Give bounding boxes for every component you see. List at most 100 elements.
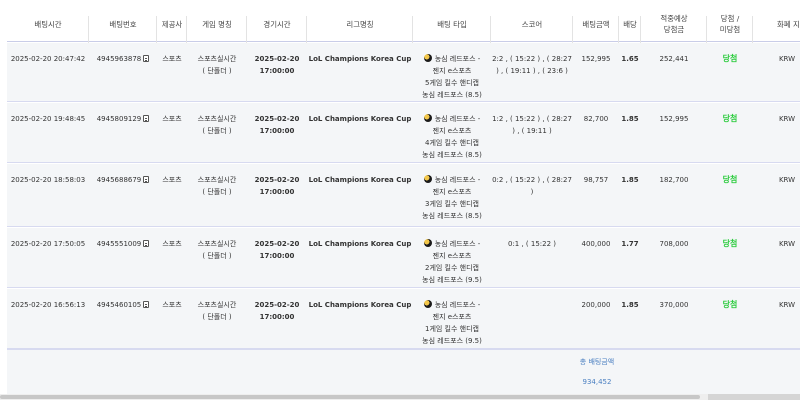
currency: KRW — [778, 301, 796, 309]
header-bet-time: 배팅시간 — [7, 6, 89, 46]
odds: 1.85 — [621, 115, 639, 123]
result-badge: 당첨 — [722, 54, 738, 63]
scrollbar-track-end — [708, 394, 800, 400]
odds: 1.77 — [621, 240, 639, 248]
bet-amount: 400,000 — [581, 240, 611, 248]
league-name: LoL Champions Korea Cup — [308, 115, 412, 123]
match-time: 2025-02-20 17:00:00 — [254, 301, 300, 321]
expected-win: 252,441 — [659, 55, 689, 63]
bet-type: 농심 레드포스 - 젠지 e스포츠 3게임 킬수 핸디캡 농심 레드포스 (8.5… — [422, 175, 482, 220]
result-badge: 당첨 — [722, 175, 738, 184]
league-name: LoL Champions Korea Cup — [308, 55, 412, 63]
game-name: 스포츠실시간 ( 단폴더 ) — [197, 301, 237, 321]
result-badge: 당첨 — [722, 300, 738, 309]
document-icon[interactable] — [143, 301, 150, 308]
odds: 1.85 — [621, 301, 639, 309]
game-name: 스포츠실시간 ( 단폴더 ) — [197, 176, 237, 196]
league-name: LoL Champions Korea Cup — [308, 240, 412, 248]
bet-time: 2025-02-20 18:58:03 — [10, 176, 86, 184]
bet-time: 2025-02-20 16:56:13 — [10, 301, 86, 309]
header-currency: 화폐 지급 — [777, 19, 800, 29]
table-row: 2025-02-20 19:48:45 4945809129 스포츠 스포츠실시… — [7, 103, 800, 163]
bet-number[interactable]: 4945460105 — [89, 299, 157, 311]
document-icon[interactable] — [143, 240, 150, 247]
bet-amount: 82,700 — [583, 115, 609, 123]
header-bet-amount: 배팅금액 — [573, 6, 619, 46]
expected-win: 152,995 — [659, 115, 689, 123]
match-time: 2025-02-20 17:00:00 — [254, 176, 300, 196]
provider: 스포츠 — [162, 176, 182, 184]
bet-number[interactable]: 4945688679 — [89, 174, 157, 186]
bet-number[interactable]: 4945809129 — [89, 113, 157, 125]
bet-type: 농심 레드포스 - 젠지 e스포츠 2게임 킬수 핸디캡 농심 레드포스 (9.5… — [422, 239, 482, 284]
league-name: LoL Champions Korea Cup — [308, 301, 412, 309]
bet-amount: 98,757 — [583, 176, 609, 184]
currency: KRW — [778, 55, 796, 63]
header-league-name: 리그명칭 — [307, 6, 413, 46]
expected-win: 182,700 — [659, 176, 689, 184]
table-footer: 총 배팅금액 934,452 — [7, 349, 800, 394]
header-provider: 제공사 — [157, 6, 187, 46]
result-badge: 당첨 — [722, 114, 738, 123]
expected-win: 370,000 — [659, 301, 689, 309]
document-icon[interactable] — [143, 176, 150, 183]
match-time: 2025-02-20 17:00:00 — [254, 240, 300, 260]
team-logo-icon — [423, 239, 432, 247]
total-bet-label: 총 배팅금액 — [579, 358, 615, 366]
scrollbar-thumb[interactable] — [0, 395, 700, 399]
table-row: 2025-02-20 20:47:42 4945963878 스포츠 스포츠실시… — [7, 43, 800, 102]
odds: 1.65 — [621, 55, 639, 63]
header-expected-win: 적중예상 당첨금 — [641, 6, 707, 46]
team-logo-icon — [423, 54, 432, 62]
game-name: 스포츠실시간 ( 단폴더 ) — [197, 55, 237, 75]
header-result: 당첨 / 미당첨 — [707, 6, 753, 46]
bet-type: 농심 레드포스 - 젠지 e스포츠 1게임 킬수 핸디캡 농심 레드포스 (9.5… — [422, 300, 482, 345]
document-icon[interactable] — [143, 55, 150, 62]
score: 2:2 , ( 15:22 ) , ( 28:27 ) , ( 19:11 ) … — [492, 55, 572, 75]
team-logo-icon — [423, 300, 432, 308]
bet-type: 농심 레드포스 - 젠지 e스포츠 4게임 킬수 핸디캡 농심 레드포스 (8.5… — [422, 114, 482, 159]
bet-type: 농심 레드포스 - 젠지 e스포츠 5게임 킬수 핸디캡 농심 레드포스 (8.5… — [422, 54, 482, 99]
bet-number[interactable]: 4945963878 — [89, 53, 157, 65]
bet-time: 2025-02-20 17:50:05 — [10, 240, 86, 248]
provider: 스포츠 — [162, 301, 182, 309]
header-bet-number: 배팅번호 — [89, 6, 157, 46]
header-odds: 배당 — [619, 6, 641, 46]
header-bet-type: 배팅 타입 — [413, 6, 491, 46]
table-row: 2025-02-20 18:58:03 4945688679 스포츠 스포츠실시… — [7, 164, 800, 227]
currency: KRW — [778, 115, 796, 123]
total-bet-value: 934,452 — [582, 378, 612, 386]
bet-number[interactable]: 4945551009 — [89, 238, 157, 250]
team-logo-icon — [423, 114, 432, 122]
expected-win: 708,000 — [659, 240, 689, 248]
header-match-time: 경기시간 — [247, 6, 307, 46]
bet-time: 2025-02-20 20:47:42 — [10, 55, 86, 63]
bet-time: 2025-02-20 19:48:45 — [10, 115, 86, 123]
game-name: 스포츠실시간 ( 단폴더 ) — [197, 115, 237, 135]
odds: 1.85 — [621, 176, 639, 184]
provider: 스포츠 — [162, 240, 182, 248]
provider: 스포츠 — [162, 115, 182, 123]
document-icon[interactable] — [143, 115, 150, 122]
score: 1:2 , ( 15:22 ) , ( 28:27 ) , ( 19:11 ) — [492, 115, 572, 135]
team-logo-icon — [423, 175, 432, 183]
bet-amount: 152,995 — [581, 55, 611, 63]
provider: 스포츠 — [162, 55, 182, 63]
header-score: 스코어 — [491, 6, 573, 46]
game-name: 스포츠실시간 ( 단폴더 ) — [197, 240, 237, 260]
header-game-name: 게임 명칭 — [187, 6, 247, 46]
table-header: 배팅시간 배팅번호 제공사 게임 명칭 경기시간 리그명칭 배팅 타입 스코어 … — [7, 6, 800, 46]
score: 0:2 , ( 15:22 ) , ( 28:27 ) — [492, 176, 572, 196]
result-badge: 당첨 — [722, 239, 738, 248]
bet-history-table: 배팅시간 배팅번호 제공사 게임 명칭 경기시간 리그명칭 배팅 타입 스코어 … — [0, 0, 800, 400]
league-name: LoL Champions Korea Cup — [308, 176, 412, 184]
horizontal-scrollbar[interactable] — [0, 394, 800, 400]
match-time: 2025-02-20 17:00:00 — [254, 115, 300, 135]
bet-amount: 200,000 — [581, 301, 611, 309]
table-row: 2025-02-20 17:50:05 4945551009 스포츠 스포츠실시… — [7, 228, 800, 288]
match-time: 2025-02-20 17:00:00 — [254, 55, 300, 75]
table-row: 2025-02-20 16:56:13 4945460105 스포츠 스포츠실시… — [7, 289, 800, 349]
currency: KRW — [778, 176, 796, 184]
currency: KRW — [778, 240, 796, 248]
score: 0:1 , ( 15:22 ) — [507, 240, 557, 248]
